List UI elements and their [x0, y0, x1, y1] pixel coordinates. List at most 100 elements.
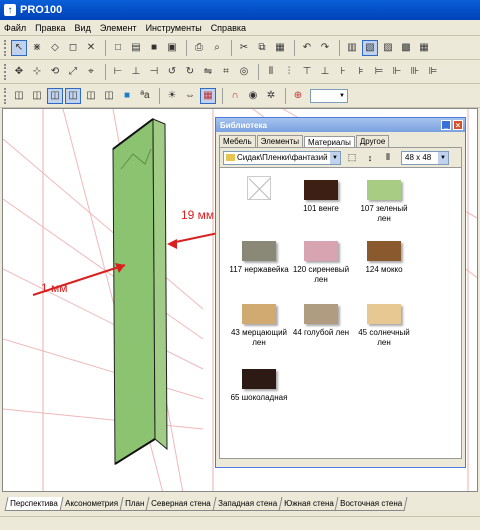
tab-west-wall[interactable]: Западная стена: [212, 497, 283, 511]
copy-icon[interactable]: ⧉: [254, 40, 270, 56]
horizontal-scrollbar[interactable]: [0, 516, 480, 530]
paste-icon[interactable]: ▦: [272, 40, 288, 56]
material-item[interactable]: 120 сиреневый лен: [290, 241, 352, 285]
arrange-5-icon[interactable]: ⊨: [371, 64, 387, 80]
arrange-3-icon[interactable]: ⊦: [335, 64, 351, 80]
distribute-v-icon[interactable]: ⫶: [281, 64, 297, 80]
select-arrow-icon[interactable]: ↖: [11, 39, 27, 56]
arrange-2-icon[interactable]: ⊥: [317, 64, 333, 80]
tab-south-wall[interactable]: Южная стена: [278, 497, 339, 511]
sort-icon[interactable]: ↕: [363, 151, 377, 165]
arrange-6-icon[interactable]: ⊩: [389, 64, 405, 80]
text-size-icon[interactable]: ªa: [137, 88, 153, 104]
material-item[interactable]: 44 голубой лен: [290, 304, 352, 338]
arrange-7-icon[interactable]: ⊪: [407, 64, 423, 80]
toolbar-grip[interactable]: [4, 39, 7, 56]
light-icon[interactable]: ☀: [164, 88, 180, 104]
delete-element-icon[interactable]: ✕: [83, 40, 99, 56]
print-icon[interactable]: ⎙: [191, 40, 207, 56]
tab-east-wall[interactable]: Восточная стена: [334, 497, 409, 511]
align-center-icon[interactable]: ⊥: [128, 64, 144, 80]
material-item[interactable]: 43 мерцающий лен: [228, 304, 290, 348]
arrange-4-icon[interactable]: ⊧: [353, 64, 369, 80]
print-preview-icon[interactable]: ⌕: [209, 40, 225, 56]
menu-view[interactable]: Вид: [75, 23, 91, 33]
thumb-size-dropdown[interactable]: 48 x 48 ▼: [401, 150, 449, 165]
distribute-h-icon[interactable]: ⫴: [263, 64, 279, 80]
annotation-19mm: 19 мм: [181, 208, 214, 222]
window-split-icon[interactable]: ▩: [398, 40, 414, 56]
new-file-icon[interactable]: □: [110, 40, 126, 56]
box-view-1-icon[interactable]: ◫: [11, 88, 27, 104]
minimize-icon[interactable]: _: [441, 120, 451, 130]
columns-icon[interactable]: ⦀: [381, 151, 395, 165]
arrange-8-icon[interactable]: ⊫: [425, 64, 441, 80]
box-view-2-icon[interactable]: ◫: [29, 88, 45, 104]
align-left-icon[interactable]: ⊢: [110, 64, 126, 80]
cut-icon[interactable]: ✂: [236, 40, 252, 56]
box-view-5-icon[interactable]: ◫: [83, 88, 99, 104]
create-element-icon[interactable]: ◇: [47, 40, 63, 56]
box-view-4-icon[interactable]: ◫: [65, 87, 81, 104]
open-folder-icon[interactable]: ▤: [128, 40, 144, 56]
tab-perspective[interactable]: Перспектива: [4, 497, 64, 511]
rotate-icon[interactable]: ⟲: [47, 64, 63, 80]
move-precise-icon[interactable]: ⊹: [29, 64, 45, 80]
properties-icon[interactable]: ▥: [344, 40, 360, 56]
menu-edit[interactable]: Правка: [35, 23, 65, 33]
solid-cube-icon[interactable]: ■: [119, 88, 135, 104]
material-swatch: [367, 304, 401, 324]
arrange-1-icon[interactable]: ⊤: [299, 64, 315, 80]
material-item[interactable]: [228, 176, 290, 204]
tab-other[interactable]: Другое: [355, 135, 390, 147]
undo-icon[interactable]: ↶: [299, 40, 315, 56]
menu-file[interactable]: Файл: [4, 23, 26, 33]
material-item[interactable]: 101 венге: [290, 180, 352, 214]
edit-element-icon[interactable]: ◻: [65, 40, 81, 56]
menu-help[interactable]: Справка: [211, 23, 246, 33]
zoom-dropdown[interactable]: ▼: [310, 88, 348, 103]
material-item[interactable]: 65 шоколадная: [228, 369, 290, 403]
target-icon[interactable]: ◎: [236, 64, 252, 80]
snap-icon[interactable]: ⌖: [83, 64, 99, 80]
tab-north-wall[interactable]: Северная стена: [145, 497, 217, 511]
scale-icon[interactable]: ⤢: [65, 64, 81, 80]
menu-tools[interactable]: Инструменты: [146, 23, 202, 33]
mirror-icon[interactable]: ⇋: [200, 64, 216, 80]
align-right-icon[interactable]: ⊣: [146, 64, 162, 80]
window-library-icon[interactable]: ▧: [362, 39, 378, 56]
folder-up-icon[interactable]: ⬚: [345, 151, 359, 165]
menu-bar: Файл Правка Вид Элемент Инструменты Спра…: [0, 20, 480, 36]
save-icon[interactable]: ■: [146, 40, 162, 56]
zoom-icon[interactable]: ⊕: [290, 88, 306, 104]
tab-elements[interactable]: Элементы: [256, 135, 304, 147]
material-item[interactable]: 117 нержавейка: [228, 241, 290, 275]
tab-axonometry[interactable]: Аксонометрия: [59, 497, 124, 511]
box-view-6-icon[interactable]: ◫: [101, 88, 117, 104]
close-icon[interactable]: ×: [453, 120, 463, 130]
grid-snap-icon[interactable]: ⌗: [218, 64, 234, 80]
path-dropdown[interactable]: Сидак\Пленки\фантазий ▼: [223, 150, 341, 165]
multi-select-icon[interactable]: ⋇: [29, 40, 45, 56]
window-tile-icon[interactable]: ▦: [416, 40, 432, 56]
move-icon[interactable]: ✥: [11, 64, 27, 80]
rotate-left-icon[interactable]: ↺: [164, 64, 180, 80]
material-item[interactable]: 45 солнечный лен: [353, 304, 415, 348]
magnet-icon[interactable]: ∩: [227, 88, 243, 104]
window-view-icon[interactable]: ▨: [380, 40, 396, 56]
material-item[interactable]: 124 мокко: [353, 241, 415, 275]
material-item[interactable]: 107 зеленый лен: [353, 180, 415, 224]
toolbar-grip[interactable]: [4, 87, 7, 104]
library-title-bar[interactable]: Библиотека _ ×: [216, 118, 465, 132]
settings-icon[interactable]: ✲: [263, 88, 279, 104]
box-view-3-icon[interactable]: ◫: [47, 87, 63, 104]
menu-element[interactable]: Элемент: [100, 23, 137, 33]
toolbar-grip[interactable]: [4, 63, 7, 80]
rotate-right-icon[interactable]: ↻: [182, 64, 198, 80]
dimension-icon[interactable]: ⇔: [182, 88, 198, 104]
redo-icon[interactable]: ↷: [317, 40, 333, 56]
tab-furniture[interactable]: Мебель: [219, 135, 256, 147]
save-as-icon[interactable]: ▣: [164, 40, 180, 56]
grid-icon[interactable]: ▦: [200, 87, 216, 104]
render-icon[interactable]: ◉: [245, 88, 261, 104]
